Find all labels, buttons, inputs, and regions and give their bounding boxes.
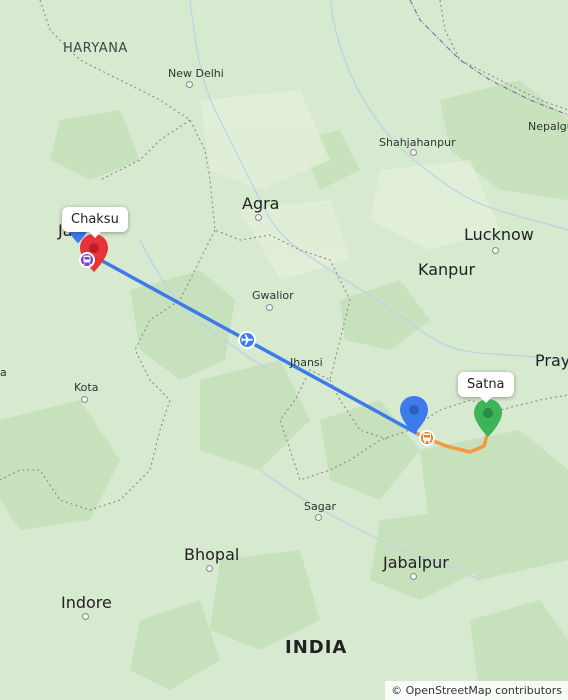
city-dot-shahjahanpur (410, 149, 417, 156)
city-dot-agra (255, 214, 262, 221)
label-new-delhi: New Delhi (168, 67, 224, 80)
city-dot-kota (81, 396, 88, 403)
transfer-pin[interactable] (400, 396, 428, 434)
label-sagar: Sagar (304, 500, 336, 513)
label-nepalgunj: Nepalgu (528, 120, 568, 133)
map-attribution[interactable]: © OpenStreetMap contributors (385, 681, 568, 700)
city-dot-jabalpur (410, 573, 417, 580)
destination-pin[interactable] (474, 399, 502, 437)
label-prayagraj: Pray (535, 351, 568, 370)
label-gwalior: Gwalior (252, 289, 294, 302)
label-kanpur: Kanpur (418, 260, 476, 279)
label-bhopal: Bhopal (184, 545, 240, 564)
label-jhansi: Jhansi (290, 356, 323, 369)
label-indore: Indore (61, 593, 112, 612)
label-lucknow: Lucknow (464, 225, 534, 244)
city-dot-gwalior (266, 304, 273, 311)
train-icon[interactable] (79, 252, 95, 268)
label-agra: Agra (242, 194, 280, 213)
city-dot-new-delhi (186, 81, 193, 88)
city-dot-sagar (315, 514, 322, 521)
label-west-edge: a (0, 366, 7, 379)
label-kota: Kota (74, 381, 99, 394)
destination-callout: Satna (458, 372, 514, 403)
city-dot-bhopal (206, 565, 213, 572)
bus-icon[interactable] (419, 430, 435, 446)
label-shahjahanpur: Shahjahanpur (379, 136, 456, 149)
label-jabalpur: Jabalpur (383, 553, 449, 572)
airplane-icon[interactable] (238, 331, 256, 349)
label-haryana: HARYANA (63, 41, 128, 56)
city-dot-indore (82, 613, 89, 620)
city-dot-lucknow (492, 247, 499, 254)
label-india: INDIA (285, 637, 348, 658)
origin-callout: Chaksu (62, 207, 128, 238)
